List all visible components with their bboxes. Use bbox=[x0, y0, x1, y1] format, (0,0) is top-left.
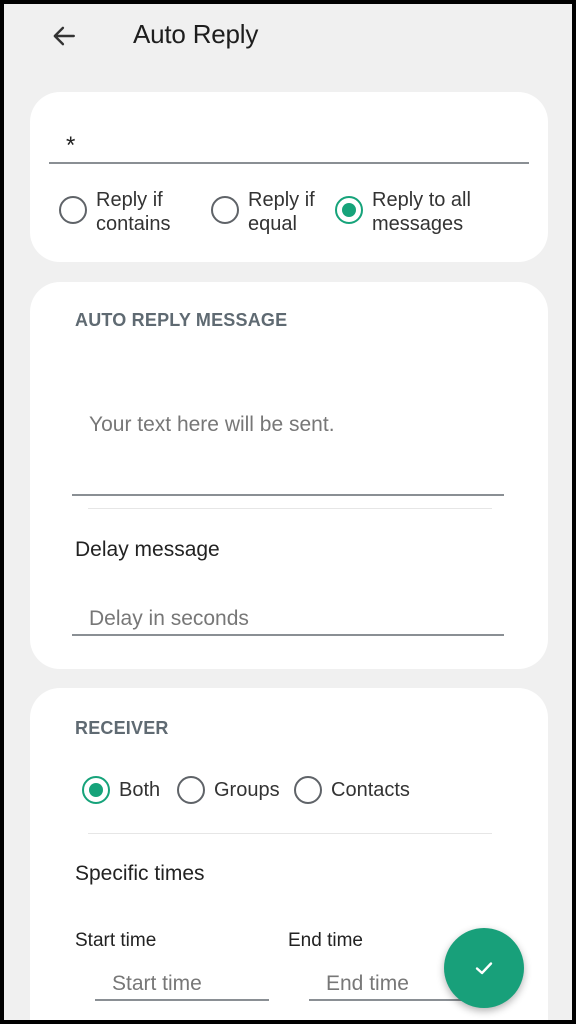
message-input[interactable]: Your text here will be sent. bbox=[89, 413, 335, 437]
start-time-underline bbox=[95, 999, 269, 1001]
page-title: Auto Reply bbox=[133, 19, 259, 49]
radio-button-selected[interactable] bbox=[82, 776, 110, 804]
back-button[interactable] bbox=[44, 16, 84, 56]
specific-times-label: Specific times bbox=[75, 862, 205, 885]
radio-button-selected[interactable] bbox=[335, 196, 363, 224]
delay-input-underline bbox=[72, 634, 504, 636]
match-option-contains[interactable]: Reply if contains bbox=[59, 188, 171, 236]
start-time-input[interactable]: Start time bbox=[112, 972, 202, 996]
end-time-label: End time bbox=[288, 930, 363, 951]
section-title-message: AUTO REPLY MESSAGE bbox=[75, 310, 288, 330]
receiver-option-label: Contacts bbox=[331, 779, 410, 801]
delay-input[interactable]: Delay in seconds bbox=[89, 607, 249, 631]
match-option-all[interactable]: Reply to all messages bbox=[335, 188, 471, 236]
arrow-left-icon bbox=[53, 26, 75, 46]
app-bar: Auto Reply bbox=[4, 4, 572, 74]
receiver-option-groups[interactable]: Groups bbox=[177, 776, 280, 804]
match-option-equal[interactable]: Reply if equal bbox=[211, 188, 315, 236]
radio-button[interactable] bbox=[177, 776, 205, 804]
receiver-option-label: Groups bbox=[214, 779, 280, 801]
match-option-label: Reply to all messages bbox=[372, 189, 471, 235]
radio-button[interactable] bbox=[211, 196, 239, 224]
receiver-option-both[interactable]: Both bbox=[82, 776, 160, 804]
screen: Auto Reply * Reply if contains Reply if … bbox=[4, 4, 572, 1020]
match-option-label: Reply if contains bbox=[96, 189, 171, 235]
section-title-receiver: RECEIVER bbox=[75, 718, 169, 738]
divider bbox=[88, 508, 492, 509]
radio-button[interactable] bbox=[59, 196, 87, 224]
radio-button[interactable] bbox=[294, 776, 322, 804]
end-time-input[interactable]: End time bbox=[326, 972, 409, 996]
check-icon bbox=[475, 962, 493, 975]
delay-label: Delay message bbox=[75, 538, 220, 561]
divider bbox=[88, 833, 492, 834]
keyword-input[interactable]: * bbox=[66, 132, 75, 160]
save-fab-button[interactable] bbox=[444, 928, 524, 1008]
receiver-option-label: Both bbox=[119, 779, 161, 801]
end-time-underline bbox=[309, 999, 469, 1001]
keyword-input-underline bbox=[49, 162, 529, 164]
match-option-label: Reply if equal bbox=[248, 189, 315, 235]
start-time-label: Start time bbox=[75, 930, 157, 951]
keyword-card: * Reply if contains Reply if equal Reply… bbox=[30, 92, 548, 262]
receiver-option-contacts[interactable]: Contacts bbox=[294, 776, 410, 804]
message-input-underline bbox=[72, 494, 504, 496]
message-card: AUTO REPLY MESSAGE Your text here will b… bbox=[30, 282, 548, 669]
